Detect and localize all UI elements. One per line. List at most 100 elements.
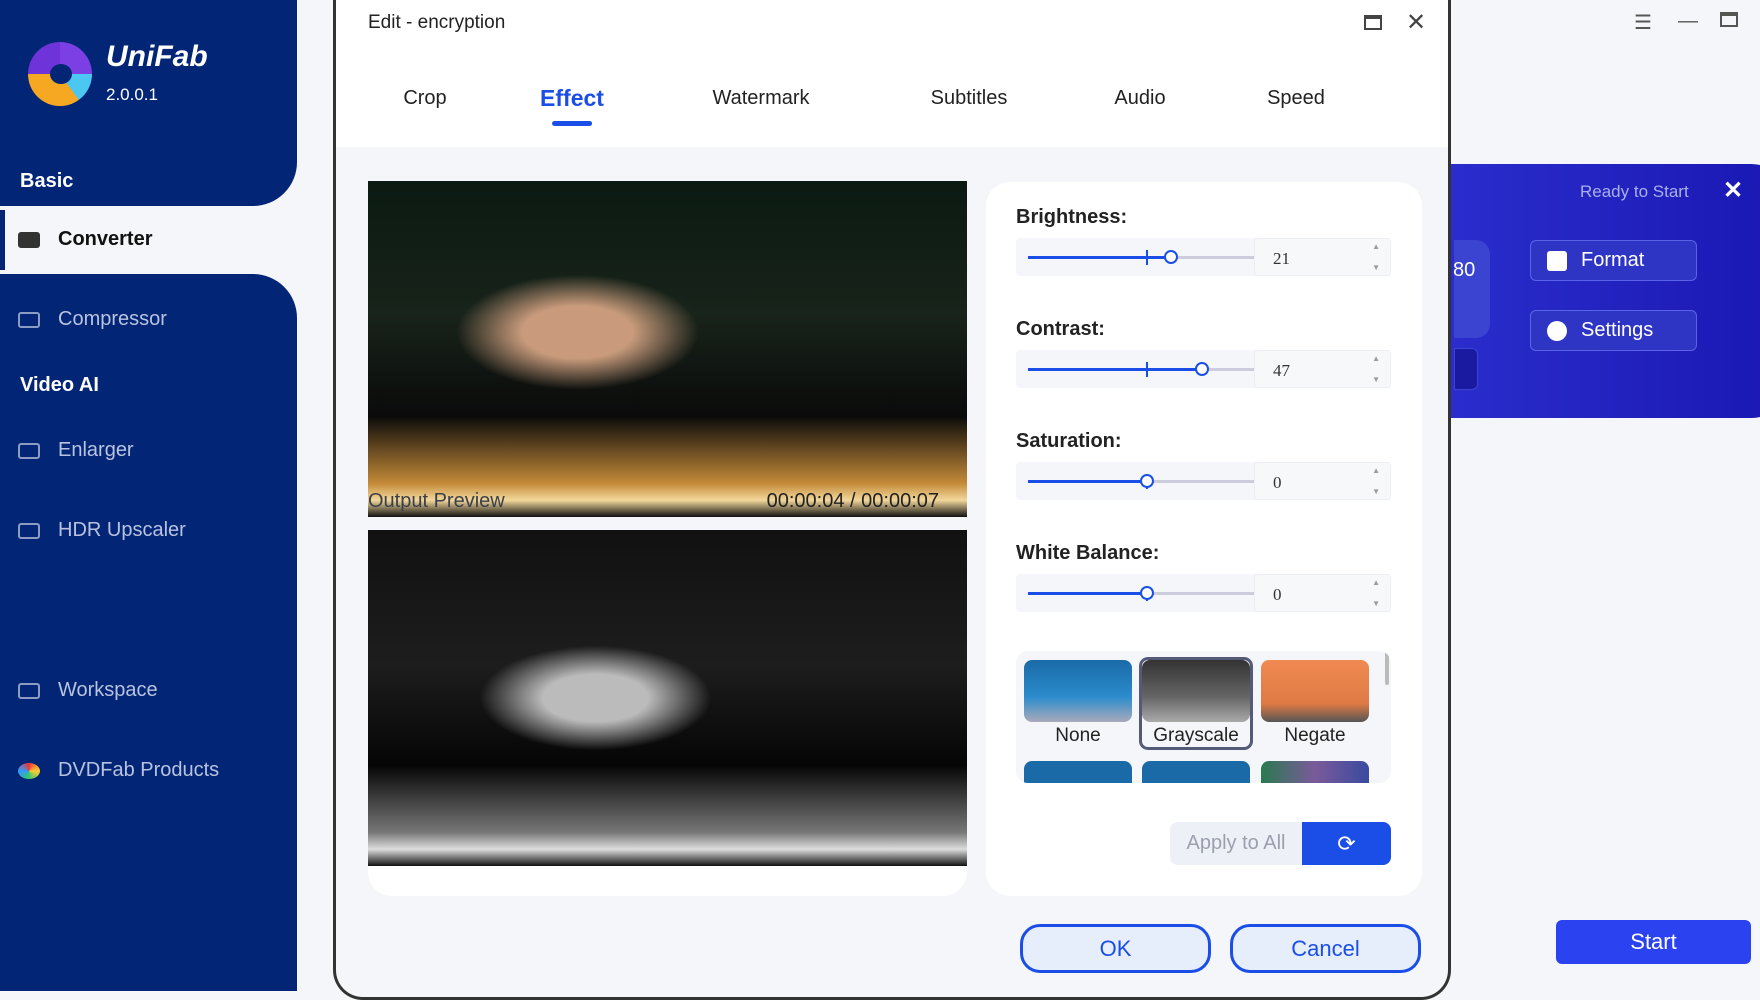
filter-thumbnail xyxy=(1261,660,1369,722)
slider-thumb[interactable] xyxy=(1139,474,1154,488)
contrast-slider[interactable] xyxy=(1028,362,1265,377)
filter-thumbnail xyxy=(1142,761,1250,783)
filter-thumbnail xyxy=(1024,660,1132,722)
brightness-label: Brightness: xyxy=(1016,206,1128,228)
task-card xyxy=(1454,240,1490,338)
saturation-label: Saturation: xyxy=(1016,430,1122,452)
refresh-icon: ⟳ xyxy=(1337,831,1356,856)
increment-icon[interactable]: ▲ xyxy=(1372,242,1380,251)
filter-item[interactable] xyxy=(1142,761,1250,783)
label: Enlarger xyxy=(58,439,134,461)
increment-icon[interactable]: ▲ xyxy=(1372,466,1380,475)
decrement-icon[interactable]: ▼ xyxy=(1372,263,1380,272)
slider-fill xyxy=(1028,256,1172,259)
cancel-button[interactable]: Cancel xyxy=(1230,924,1421,973)
filter-grayscale[interactable]: Grayscale xyxy=(1139,657,1253,750)
resolution-partial: 80 xyxy=(1453,259,1476,281)
close-icon[interactable]: ✕ xyxy=(1723,176,1743,205)
filter-thumbnail xyxy=(1024,761,1132,783)
increment-icon[interactable]: ▲ xyxy=(1372,578,1380,587)
minimize-icon[interactable]: — xyxy=(1678,10,1698,33)
contrast-input[interactable]: 47 ▲ ▼ xyxy=(1254,350,1391,388)
label: Workspace xyxy=(58,679,158,701)
sidebar-item-compressor[interactable]: Compressor xyxy=(18,308,167,331)
menu-icon[interactable]: ☰ xyxy=(1634,10,1652,35)
maximize-icon[interactable] xyxy=(1364,15,1382,30)
sidebar-item-dvdfab-products[interactable]: DVDFab Products xyxy=(18,759,219,782)
brightness-slider[interactable] xyxy=(1028,250,1265,265)
sidebar-item-workspace[interactable]: Workspace xyxy=(18,679,158,702)
hdr-icon xyxy=(18,522,40,539)
label: HDR Upscaler xyxy=(58,519,186,541)
scrollbar[interactable] xyxy=(1385,651,1389,685)
filter-item[interactable] xyxy=(1261,761,1369,783)
tab-speed[interactable]: Speed xyxy=(1267,87,1325,110)
monitor-icon xyxy=(18,682,40,699)
saturation-slider[interactable] xyxy=(1028,474,1265,489)
brand-name: UniFab xyxy=(106,40,208,73)
format-button[interactable]: Format xyxy=(1530,240,1697,281)
start-button[interactable]: Start xyxy=(1556,920,1751,964)
white-balance-slider[interactable] xyxy=(1028,586,1265,601)
filter-none[interactable]: None xyxy=(1024,660,1132,747)
white-balance-input[interactable]: 0 ▲ ▼ xyxy=(1254,574,1391,612)
filter-negate[interactable]: Negate xyxy=(1261,660,1369,747)
label: DVDFab Products xyxy=(58,759,220,781)
sidebar-item-enlarger[interactable]: Enlarger xyxy=(18,439,134,462)
white-balance-control: 0 ▲ ▼ xyxy=(1016,574,1391,612)
gear-icon xyxy=(1547,320,1567,341)
slider-thumb[interactable] xyxy=(1164,250,1179,264)
value: 0 xyxy=(1273,473,1282,492)
slider-fill xyxy=(1028,480,1147,483)
contrast-control: 47 ▲ ▼ xyxy=(1016,350,1391,388)
decrement-icon[interactable]: ▼ xyxy=(1372,599,1380,608)
filter-name: None xyxy=(1055,725,1101,746)
tab-watermark[interactable]: Watermark xyxy=(712,87,809,110)
tab-audio[interactable]: Audio xyxy=(1114,87,1165,110)
maximize-icon[interactable] xyxy=(1720,12,1738,27)
saturation-input[interactable]: 0 ▲ ▼ xyxy=(1254,462,1391,500)
settings-button[interactable]: Settings xyxy=(1530,310,1697,351)
tab-crop[interactable]: Crop xyxy=(403,87,446,110)
sidebar-item-converter[interactable]: Converter xyxy=(18,228,152,251)
section-video-ai: Video AI xyxy=(20,374,99,396)
slider-fill xyxy=(1028,592,1147,595)
play-icon xyxy=(18,231,40,248)
dvdfab-icon xyxy=(18,762,40,779)
unifab-logo xyxy=(28,42,92,106)
brightness-input[interactable]: 21 ▲ ▼ xyxy=(1254,238,1391,276)
tab-subtitles[interactable]: Subtitles xyxy=(931,87,1008,110)
decrement-icon[interactable]: ▼ xyxy=(1372,375,1380,384)
increment-icon[interactable]: ▲ xyxy=(1372,354,1380,363)
value: 0 xyxy=(1273,585,1282,604)
output-preview xyxy=(368,530,967,866)
ok-button[interactable]: OK xyxy=(1020,924,1211,973)
white-balance-label: White Balance: xyxy=(1016,542,1160,564)
decrement-icon[interactable]: ▼ xyxy=(1372,487,1380,496)
filter-name: Negate xyxy=(1284,725,1346,746)
slider-center-mark xyxy=(1146,250,1148,265)
sidebar-item-hdr-upscaler[interactable]: HDR Upscaler xyxy=(18,519,186,542)
close-icon[interactable]: ✕ xyxy=(1406,8,1426,37)
reset-button[interactable]: ⟳ xyxy=(1302,822,1391,865)
slider-thumb[interactable] xyxy=(1195,362,1210,376)
apply-to-all-button[interactable]: Apply to All xyxy=(1170,822,1302,865)
label: Format xyxy=(1581,249,1645,271)
filter-list: None Grayscale Negate xyxy=(1016,651,1391,783)
slider-fill xyxy=(1028,368,1203,371)
edit-dialog: Edit - encryption ✕ Crop Effect Watermar… xyxy=(333,0,1451,1000)
section-basic: Basic xyxy=(20,170,74,192)
format-icon xyxy=(1547,250,1567,271)
label: Converter xyxy=(58,228,153,250)
dropdown[interactable] xyxy=(1454,348,1478,390)
tab-effect[interactable]: Effect xyxy=(540,85,604,126)
slider-thumb[interactable] xyxy=(1139,586,1154,600)
status-text: Ready to Start xyxy=(1580,182,1689,201)
filter-thumbnail xyxy=(1142,660,1250,722)
filter-name: Grayscale xyxy=(1153,725,1239,746)
original-preview: Output Preview 00:00:04 / 00:00:07 xyxy=(368,181,967,517)
effect-panel: Brightness: 21 ▲ ▼ Contrast: 47 ▲ ▼ Saturati… xyxy=(986,182,1422,896)
filter-thumbnail xyxy=(1261,761,1369,783)
value: 47 xyxy=(1273,361,1290,380)
filter-item[interactable] xyxy=(1024,761,1132,783)
